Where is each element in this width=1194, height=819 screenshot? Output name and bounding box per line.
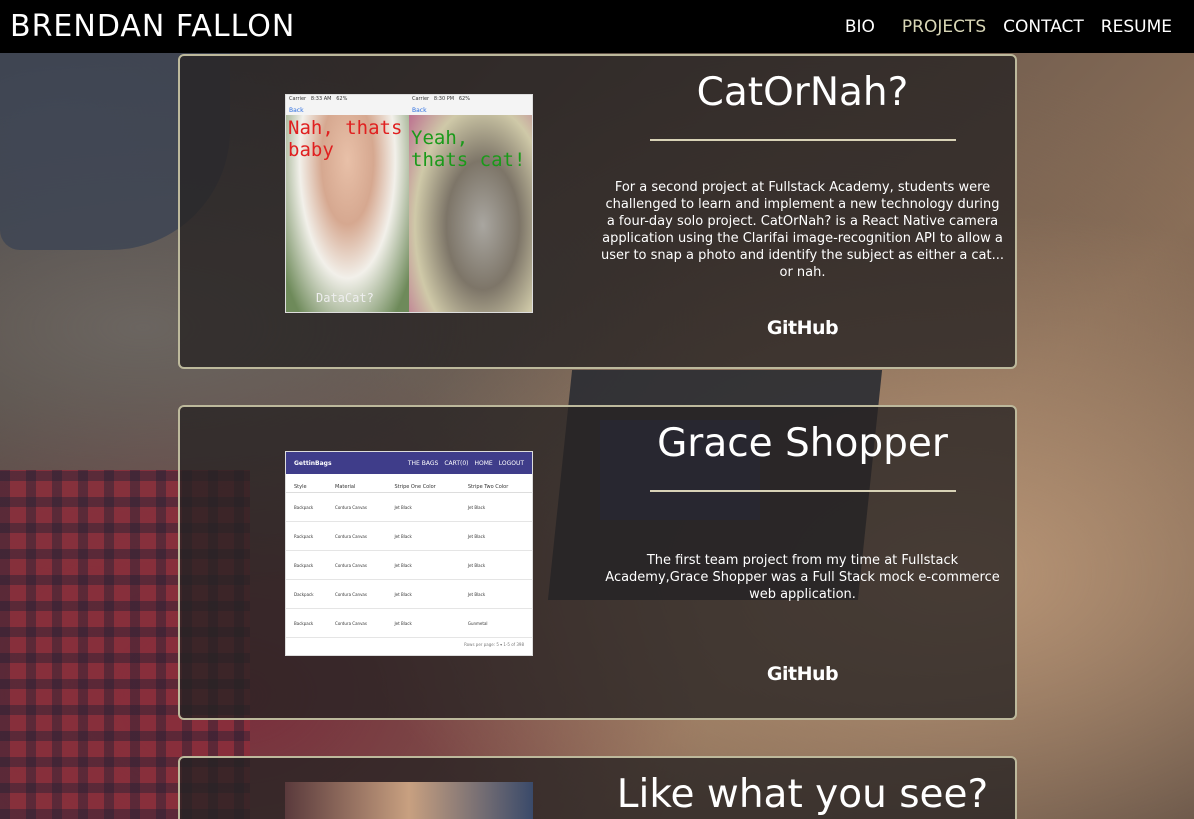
title-divider: [649, 139, 956, 141]
project-card-grace-shopper: GettinBags THE BAGS CART(0) HOME LOGOUT Sty…: [178, 405, 1017, 720]
phone-back-link: Back: [289, 107, 304, 114]
top-navbar: BRENDAN FALLON BIO PROJECTS CONTACT RESU…: [0, 0, 1194, 53]
table-row: Backpack Cordura Canvas Jet Black Jet Black: [286, 492, 532, 522]
phone-status-bar: Carrier 8:30 PM 62% Back: [409, 95, 532, 115]
nav-link-resume[interactable]: RESUME: [1101, 17, 1172, 37]
phone-status-bar: Carrier 8:33 AM 62% Back: [286, 95, 409, 115]
project-title: CatOrNah?: [696, 70, 909, 115]
project-screenshot-catornah: Carrier 8:33 AM 62% Back Nah, thats baby…: [285, 94, 533, 313]
table-row: Backpack Cordura Canvas Jet Black Jet Black: [286, 550, 532, 580]
screenshot-cat-panel: Carrier 8:30 PM 62% Back Yeah, thats cat…: [409, 95, 532, 312]
github-link[interactable]: GitHub: [767, 663, 839, 685]
project-card-contact-cta: Like what you see?: [178, 756, 1017, 819]
site-brand[interactable]: BRENDAN FALLON: [10, 9, 295, 44]
project-card-catornah: Carrier 8:33 AM 62% Back Nah, thats baby…: [178, 54, 1017, 369]
nav-link-contact[interactable]: CONTACT: [1003, 17, 1084, 37]
title-divider: [649, 490, 956, 492]
project-info: Grace Shopper The first team project fro…: [600, 407, 1005, 685]
nav-links: BIO PROJECTS CONTACT RESUME: [828, 17, 1172, 37]
nav-link-bio[interactable]: BIO: [845, 17, 875, 37]
phone-back-link: Back: [412, 107, 427, 114]
project-title: Like what you see?: [616, 772, 989, 817]
screenshot-caption-yeah: Yeah, thats cat!: [411, 127, 526, 171]
project-description: The first team project from my time at F…: [605, 553, 1000, 602]
table-row: Backpack Cordura Canvas Jet Black Gunmetal: [286, 608, 532, 638]
table-row: Dackpack Cordura Canvas Jet Black Jet Black: [286, 579, 532, 609]
shop-pagination: Rows per page: 5 ▾ 1-5 of 398: [464, 642, 524, 647]
project-screenshot-grace-shopper: GettinBags THE BAGS CART(0) HOME LOGOUT Sty…: [285, 451, 533, 656]
shop-nav: THE BAGS CART(0) HOME LOGOUT: [407, 459, 524, 467]
nav-link-projects[interactable]: PROJECTS: [902, 17, 986, 37]
shop-table: Style Material Stripe One Color Stripe T…: [286, 474, 532, 638]
shop-header: GettinBags THE BAGS CART(0) HOME LOGOUT: [286, 452, 532, 474]
screenshot-caption-nah: Nah, thats baby: [288, 117, 403, 161]
table-row: Rackpack Cordura Canvas Jet Black Jet Black: [286, 521, 532, 551]
project-info: Like what you see?: [600, 758, 1005, 817]
project-info: CatOrNah? For a second project at Fullst…: [600, 56, 1005, 339]
shop-logo: GettinBags: [294, 459, 332, 467]
screenshot-caption-datacat: DataCat?: [316, 291, 374, 305]
project-title: Grace Shopper: [657, 421, 948, 466]
project-screenshot-cta: [285, 782, 533, 819]
screenshot-baby-panel: Carrier 8:33 AM 62% Back Nah, thats baby…: [286, 95, 409, 312]
github-link[interactable]: GitHub: [767, 317, 839, 339]
project-description: For a second project at Fullstack Academ…: [600, 180, 1005, 280]
